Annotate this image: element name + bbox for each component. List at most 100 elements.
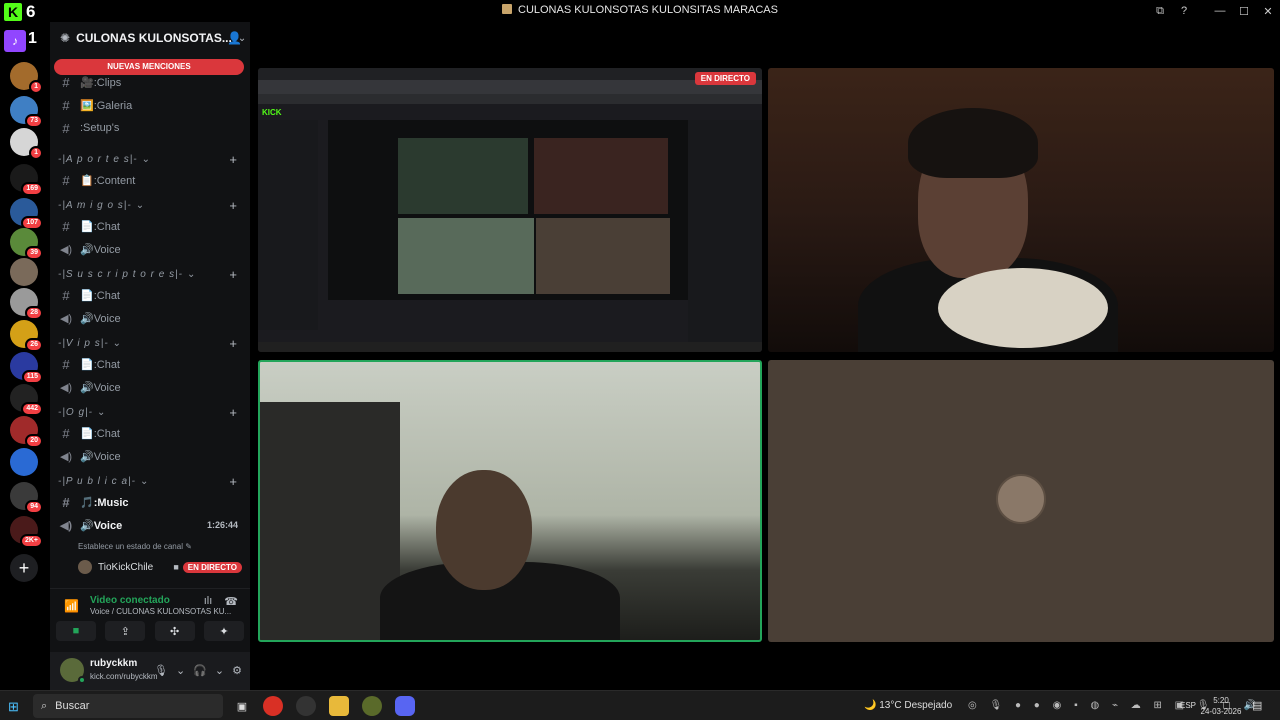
app-logo-icon[interactable]: K: [4, 3, 22, 21]
webcam-tile-speaking[interactable]: [258, 360, 762, 642]
language-indicator[interactable]: ESP: [1180, 701, 1196, 710]
channel-label: 🔊Voice: [80, 381, 121, 394]
text-channel[interactable]: # 📄:Chat: [58, 423, 244, 443]
inbox-icon[interactable]: ⧉: [1148, 0, 1172, 22]
server-icon[interactable]: 1: [10, 128, 43, 160]
create-channel-icon[interactable]: +: [229, 267, 238, 282]
voice-channel[interactable]: ◀) 🔊Voice: [58, 308, 244, 328]
disconnect-icon[interactable]: ☎: [224, 595, 238, 608]
text-channel[interactable]: # 🖼️:Galeria: [58, 95, 244, 115]
chevron-down-icon: ⌄: [112, 337, 123, 349]
screen-share-button[interactable]: ⇪: [105, 621, 146, 641]
chevron-down-icon[interactable]: ⌄: [215, 664, 224, 677]
server-icon[interactable]: 2K+: [10, 516, 43, 548]
twitch-icon[interactable]: ♪: [4, 30, 26, 52]
soundboard-button[interactable]: ✦: [203, 621, 244, 641]
camera-toggle-button[interactable]: ■: [56, 621, 96, 641]
text-channel[interactable]: # 📄:Chat: [58, 216, 244, 236]
webcam-tile[interactable]: [768, 68, 1274, 352]
server-icon[interactable]: 26: [10, 320, 43, 352]
windows-start-icon[interactable]: ⊞: [8, 699, 19, 715]
taskbar-search[interactable]: ⌕ Buscar: [33, 694, 223, 718]
maximize-button[interactable]: ☐: [1232, 0, 1256, 22]
create-channel-icon[interactable]: +: [229, 474, 238, 489]
server-icon[interactable]: 39: [10, 228, 43, 260]
chrome-icon[interactable]: [263, 696, 283, 716]
cat: [938, 268, 1108, 348]
chevron-down-icon: ⌄: [135, 199, 146, 211]
text-channel[interactable]: # 📄:Chat: [58, 285, 244, 305]
hash-icon: #: [62, 120, 70, 136]
text-channel[interactable]: # 🎥:Clips: [58, 72, 244, 92]
add-server-button[interactable]: +: [10, 554, 38, 582]
username[interactable]: rubyckkm: [90, 658, 137, 669]
headphones-icon[interactable]: 🎧: [193, 664, 207, 677]
text-channel[interactable]: # 🎵:Music: [58, 492, 244, 512]
server-icon[interactable]: 115: [10, 352, 43, 384]
channel-category[interactable]: -|V i p s|- ⌄ +: [58, 335, 244, 351]
help-icon[interactable]: ?: [1172, 0, 1196, 22]
create-channel-icon[interactable]: +: [229, 152, 238, 167]
hash-icon: #: [62, 356, 70, 372]
close-button[interactable]: ✕: [1256, 0, 1280, 22]
voice-channel[interactable]: ◀) 🔊Voice: [58, 239, 244, 259]
server-header[interactable]: ✺ CULONAS KULONSOTAS... ⌄ 👤: [50, 22, 250, 54]
live-badge: EN DIRECTO: [182, 561, 242, 573]
channel-status-prompt[interactable]: Establece un estado de canal ✎: [78, 542, 192, 551]
channel-label: 📄:Chat: [80, 289, 120, 302]
nested-tile: [398, 138, 528, 214]
server-icon[interactable]: 73: [10, 96, 43, 128]
server-rail: ♪ 1 1 73 1 169 107 39 28 26 115 442 20 94 2K+ +: [0, 22, 50, 690]
server-icon[interactable]: [10, 258, 38, 286]
server-icon[interactable]: 28: [10, 288, 43, 320]
hash-icon: #: [62, 172, 70, 188]
voice-channel-path[interactable]: Voice / CULONAS KULONSOTAS KU...: [90, 607, 231, 616]
voice-participant-name: TioKickChile: [98, 561, 154, 573]
voice-channel[interactable]: ◀) 🔊Voice 1:26:44: [58, 515, 244, 535]
clock[interactable]: 5:20 24-03-2026: [1200, 695, 1242, 717]
voice-channel[interactable]: ◀) 🔊Voice: [58, 446, 244, 466]
microphone-icon[interactable]: 🎙: [154, 664, 168, 677]
text-channel[interactable]: #:Setup's: [58, 118, 244, 138]
activities-button[interactable]: ✣: [154, 621, 195, 641]
minimize-button[interactable]: —: [1208, 0, 1232, 22]
weather-widget[interactable]: 🌙 13°C Despejado: [864, 700, 952, 711]
voice-channel[interactable]: ◀) 🔊Voice: [58, 377, 244, 397]
channel-category[interactable]: -|A m i g o s|- ⌄ +: [58, 197, 244, 213]
chevron-down-icon[interactable]: ⌄: [176, 664, 185, 677]
server-icon[interactable]: [10, 448, 38, 476]
obs-icon[interactable]: [296, 696, 316, 716]
unread-badge: 442: [21, 402, 43, 416]
signal-icon[interactable]: 📶: [64, 599, 79, 613]
notifications-icon[interactable]: ▤: [1252, 699, 1262, 712]
settings-gear-icon[interactable]: ⚙: [232, 664, 242, 677]
channel-category[interactable]: -|S u s c r i p t o r e s|- ⌄ +: [58, 266, 244, 282]
server-icon[interactable]: 20: [10, 416, 43, 448]
screen-share-tile[interactable]: KICK EN DIRECTO: [258, 68, 762, 352]
server-icon[interactable]: 107: [10, 198, 43, 230]
create-channel-icon[interactable]: +: [229, 336, 238, 351]
server-icon[interactable]: 1: [10, 62, 43, 94]
invite-people-icon[interactable]: 👤: [227, 31, 242, 45]
speaker-icon: ◀): [59, 519, 73, 532]
text-channel[interactable]: # 📋:Content: [58, 170, 244, 190]
voice-participant[interactable]: TioKickChile ■ EN DIRECTO: [78, 558, 242, 576]
server-icon[interactable]: 442: [10, 384, 43, 416]
channel-category[interactable]: -|O g|- ⌄ +: [58, 404, 244, 420]
file-explorer-icon[interactable]: [329, 696, 349, 716]
create-channel-icon[interactable]: +: [229, 198, 238, 213]
server-icon[interactable]: 169: [10, 164, 43, 196]
text-channel[interactable]: # 📄:Chat: [58, 354, 244, 374]
channel-category[interactable]: -|A p o r t e s|- ⌄ +: [58, 151, 244, 167]
clock-time: 5:20: [1213, 696, 1229, 705]
create-channel-icon[interactable]: +: [229, 405, 238, 420]
noise-suppression-icon[interactable]: ılı: [204, 595, 213, 608]
unread-badge: 94: [25, 500, 43, 514]
no-video-tile[interactable]: [768, 360, 1274, 642]
voice-actions: ■ ⇪ ✣ ✦: [56, 621, 244, 641]
task-view-icon[interactable]: ▣: [232, 696, 252, 716]
discord-icon[interactable]: [395, 696, 415, 716]
app-icon[interactable]: [362, 696, 382, 716]
channel-category[interactable]: -|P u b l i c a|- ⌄ +: [58, 473, 244, 489]
server-icon[interactable]: 94: [10, 482, 43, 514]
